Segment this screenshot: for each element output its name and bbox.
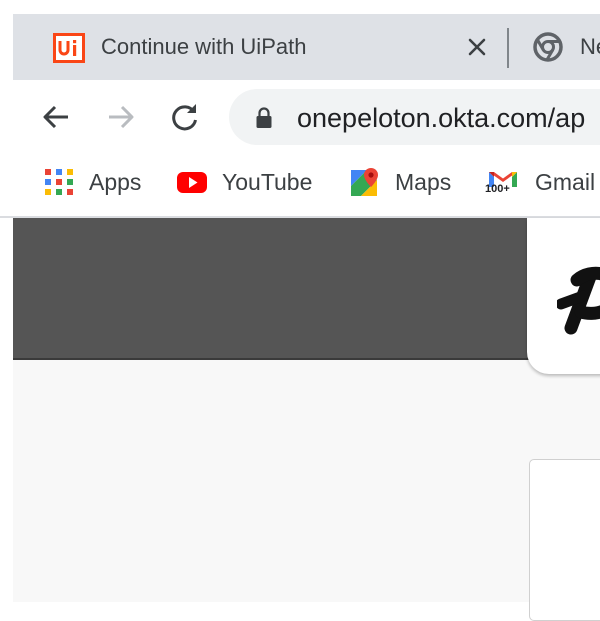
header-divider xyxy=(13,358,600,360)
chrome-icon xyxy=(533,32,563,62)
reload-icon[interactable] xyxy=(168,100,202,134)
close-tab-icon[interactable] xyxy=(463,33,491,61)
tab-continue-with-uipath[interactable]: Continue with UiPath xyxy=(13,14,509,80)
uipath-icon xyxy=(53,33,85,63)
back-arrow-icon[interactable] xyxy=(39,100,73,134)
gmail-badge: 100+ xyxy=(485,183,510,195)
page-header xyxy=(13,218,600,360)
logo-card xyxy=(527,218,600,374)
address-bar[interactable]: onepeloton.okta.com/ap xyxy=(229,89,600,145)
tab-title: Continue with UiPath xyxy=(101,34,307,59)
forward-arrow-icon[interactable] xyxy=(104,100,138,134)
peloton-logo xyxy=(557,266,600,335)
tab-strip: Continue with UiPath Ne xyxy=(13,14,600,80)
browser-toolbar: onepeloton.okta.com/ap xyxy=(13,80,600,154)
apps-grid-icon xyxy=(45,169,73,195)
maps-icon xyxy=(351,168,378,196)
tab-separator xyxy=(507,28,509,68)
bookmark-label: YouTube xyxy=(222,169,313,195)
web-page xyxy=(13,218,600,621)
bookmark-label: Maps xyxy=(395,169,452,195)
url-text: onepeloton.okta.com/ap xyxy=(297,103,586,133)
bookmark-label: Apps xyxy=(89,169,142,195)
tab-title: Ne xyxy=(580,34,600,59)
window-left-edge xyxy=(0,0,13,602)
youtube-icon xyxy=(177,172,207,193)
bookmark-label: Gmail xyxy=(535,169,596,195)
tab-second[interactable]: Ne xyxy=(518,14,600,80)
lock-icon xyxy=(256,107,272,128)
bookmarks-bar: Apps YouTube Maps 100+ Gmail xyxy=(13,154,600,216)
login-card[interactable] xyxy=(529,459,600,621)
